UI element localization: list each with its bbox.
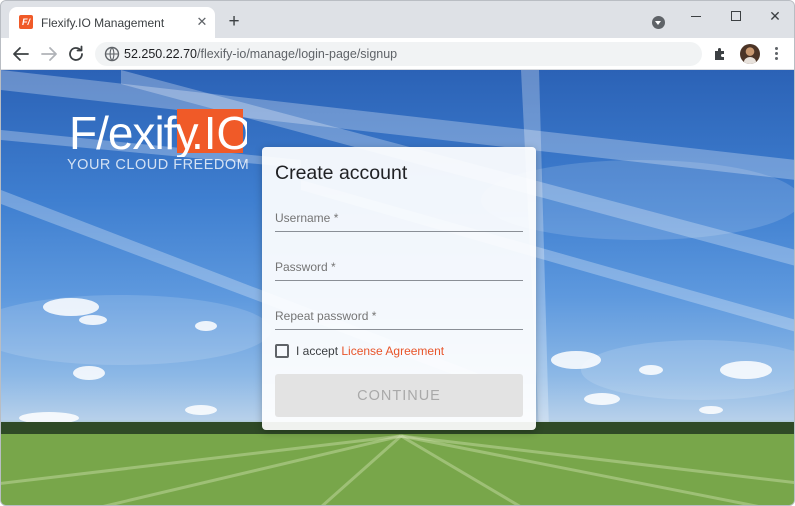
tab-close-icon[interactable]: ✕ — [193, 13, 211, 31]
page-content: F/exify .IO YOUR CLOUD FREEDOM Create ac… — [1, 70, 794, 505]
maximize-button[interactable] — [721, 5, 751, 27]
accept-license-checkbox[interactable] — [275, 344, 289, 358]
address-bar[interactable]: 52.250.22.70/flexify-io/manage/login-pag… — [95, 42, 702, 66]
tab-search-icon[interactable] — [652, 16, 665, 29]
page-title: Create account — [275, 162, 408, 184]
svg-text:F/exify: F/exify — [69, 107, 198, 157]
username-field-wrap — [275, 204, 523, 232]
url-host: 52.250.22.70 — [124, 47, 197, 61]
logo-wordmark: F/exify .IO — [69, 107, 247, 157]
profile-avatar-icon[interactable] — [740, 44, 760, 64]
browser-toolbar: 52.250.22.70/flexify-io/manage/login-pag… — [1, 38, 794, 70]
back-arrow-icon[interactable] — [9, 42, 33, 66]
site-info-icon[interactable] — [104, 46, 120, 62]
new-tab-button[interactable]: + — [223, 11, 245, 33]
close-window-button[interactable]: ✕ — [760, 5, 790, 27]
repeat-password-input[interactable] — [275, 302, 523, 329]
extensions-puzzle-icon[interactable] — [712, 46, 728, 62]
tab-strip: F/ Flexify.IO Management ✕ + ✕ — [1, 1, 794, 38]
username-input[interactable] — [275, 204, 523, 231]
kebab-menu-icon[interactable] — [769, 45, 783, 63]
license-agreement-link[interactable]: License Agreement — [341, 344, 444, 358]
browser-tab[interactable]: F/ Flexify.IO Management ✕ — [9, 7, 215, 38]
reload-icon[interactable] — [64, 42, 88, 66]
minimize-icon — [691, 16, 701, 17]
flexify-favicon-icon: F/ — [19, 15, 33, 29]
accept-license-label: I accept License Agreement — [296, 344, 444, 358]
signup-card: Create account I accept License Agreemen… — [262, 147, 536, 430]
field-background — [1, 422, 794, 505]
accept-text: I accept — [296, 344, 342, 358]
maximize-icon — [731, 11, 741, 21]
continue-button[interactable]: CONTINUE — [275, 374, 523, 417]
browser-window: F/ Flexify.IO Management ✕ + ✕ 52.250.22… — [0, 0, 795, 506]
svg-text:.IO: .IO — [191, 107, 247, 157]
logo-tagline: YOUR CLOUD FREEDOM — [67, 157, 250, 173]
url-path: /flexify-io/manage/login-page/signup — [197, 47, 398, 61]
password-field-wrap — [275, 253, 523, 281]
forward-arrow-icon[interactable] — [37, 42, 61, 66]
repeat-password-field-wrap — [275, 302, 523, 330]
url-text: 52.250.22.70/flexify-io/manage/login-pag… — [124, 47, 397, 61]
password-input[interactable] — [275, 253, 523, 280]
minimize-button[interactable] — [681, 5, 711, 27]
tab-title: Flexify.IO Management — [41, 16, 165, 30]
